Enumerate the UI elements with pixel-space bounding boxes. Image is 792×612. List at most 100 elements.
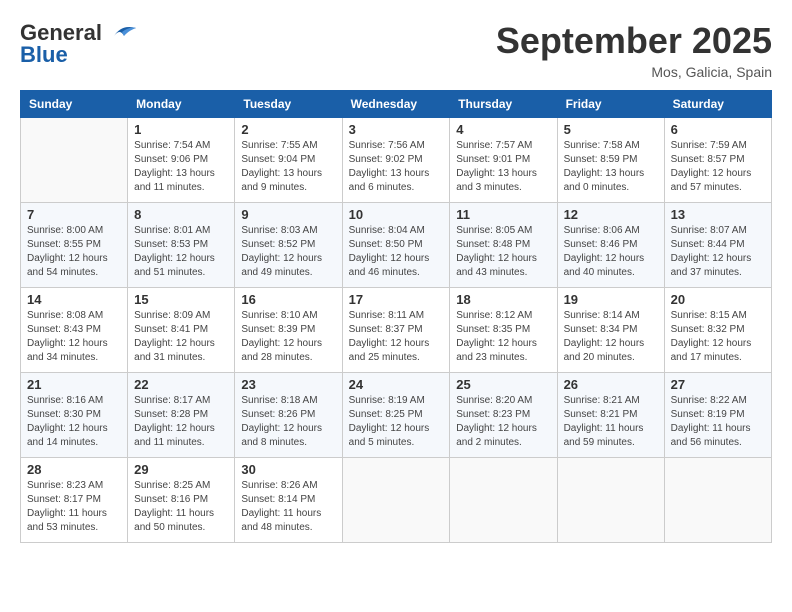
day-number: 30 (241, 462, 335, 477)
day-info: Sunrise: 8:11 AMSunset: 8:37 PMDaylight:… (349, 309, 444, 365)
daylight-text: Daylight: 12 hours and 46 minutes. (349, 253, 430, 278)
daylight-text: Daylight: 12 hours and 14 minutes. (27, 423, 108, 448)
daylight-text: Daylight: 12 hours and 34 minutes. (27, 338, 108, 363)
day-info: Sunrise: 8:03 AMSunset: 8:52 PMDaylight:… (241, 224, 335, 280)
daylight-text: Daylight: 12 hours and 11 minutes. (134, 423, 215, 448)
sunset-text: Sunset: 8:57 PM (671, 154, 745, 165)
day-number: 27 (671, 377, 765, 392)
day-number: 7 (27, 207, 121, 222)
day-info: Sunrise: 8:20 AMSunset: 8:23 PMDaylight:… (456, 394, 550, 450)
day-info: Sunrise: 8:08 AMSunset: 8:43 PMDaylight:… (27, 309, 121, 365)
day-number: 20 (671, 292, 765, 307)
daylight-text: Daylight: 12 hours and 54 minutes. (27, 253, 108, 278)
daylight-text: Daylight: 12 hours and 51 minutes. (134, 253, 215, 278)
calendar-day-cell: 7Sunrise: 8:00 AMSunset: 8:55 PMDaylight… (21, 203, 128, 288)
day-info: Sunrise: 7:57 AMSunset: 9:01 PMDaylight:… (456, 139, 550, 195)
sunrise-text: Sunrise: 8:09 AM (134, 310, 210, 321)
calendar-week-row: 14Sunrise: 8:08 AMSunset: 8:43 PMDayligh… (21, 288, 772, 373)
calendar-week-row: 7Sunrise: 8:00 AMSunset: 8:55 PMDaylight… (21, 203, 772, 288)
calendar-day-cell: 13Sunrise: 8:07 AMSunset: 8:44 PMDayligh… (664, 203, 771, 288)
location-subtitle: Mos, Galicia, Spain (496, 64, 772, 80)
day-info: Sunrise: 8:16 AMSunset: 8:30 PMDaylight:… (27, 394, 121, 450)
page-header: General Blue September 2025 Mos, Galicia… (20, 20, 772, 80)
day-info: Sunrise: 8:01 AMSunset: 8:53 PMDaylight:… (134, 224, 228, 280)
day-info: Sunrise: 8:26 AMSunset: 8:14 PMDaylight:… (241, 479, 335, 535)
calendar-day-cell: 23Sunrise: 8:18 AMSunset: 8:26 PMDayligh… (235, 373, 342, 458)
calendar-day-cell: 6Sunrise: 7:59 AMSunset: 8:57 PMDaylight… (664, 118, 771, 203)
day-info: Sunrise: 8:06 AMSunset: 8:46 PMDaylight:… (564, 224, 658, 280)
day-info: Sunrise: 7:56 AMSunset: 9:02 PMDaylight:… (349, 139, 444, 195)
sunrise-text: Sunrise: 8:04 AM (349, 225, 425, 236)
calendar-week-row: 21 Sunrise: 8:16 AMSunset: 8:30 PMDayligh… (21, 373, 772, 458)
day-info: Sunrise: 8:09 AMSunset: 8:41 PMDaylight:… (134, 309, 228, 365)
calendar-day-cell: 20Sunrise: 8:15 AMSunset: 8:32 PMDayligh… (664, 288, 771, 373)
daylight-text: Daylight: 12 hours and 28 minutes. (241, 338, 322, 363)
daylight-text: Daylight: 13 hours and 6 minutes. (349, 168, 430, 193)
day-info: Sunrise: 8:25 AMSunset: 8:16 PMDaylight:… (134, 479, 228, 535)
daylight-text: Daylight: 12 hours and 17 minutes. (671, 338, 752, 363)
day-info: Sunrise: 8:07 AMSunset: 8:44 PMDaylight:… (671, 224, 765, 280)
sunrise-text: Sunrise: 8:26 AM (241, 480, 317, 491)
day-info: Sunrise: 7:55 AMSunset: 9:04 PMDaylight:… (241, 139, 335, 195)
daylight-text: Daylight: 12 hours and 23 minutes. (456, 338, 537, 363)
day-info: Sunrise: 8:18 AMSunset: 8:26 PMDaylight:… (241, 394, 335, 450)
calendar-day-cell: 17Sunrise: 8:11 AMSunset: 8:37 PMDayligh… (342, 288, 450, 373)
sunset-text: Sunset: 8:17 PM (27, 494, 101, 505)
sunset-text: Sunset: 8:59 PM (564, 154, 638, 165)
day-number: 9 (241, 207, 335, 222)
day-of-week-header: Friday (557, 91, 664, 118)
sunrise-text: Sunrise: 8:00 AM (27, 225, 103, 236)
calendar-header-row: SundayMondayTuesdayWednesdayThursdayFrid… (21, 91, 772, 118)
day-number: 15 (134, 292, 228, 307)
day-number: 10 (349, 207, 444, 222)
daylight-text: Daylight: 12 hours and 43 minutes. (456, 253, 537, 278)
day-info: Sunrise: 8:12 AMSunset: 8:35 PMDaylight:… (456, 309, 550, 365)
daylight-text: Daylight: 12 hours and 49 minutes. (241, 253, 322, 278)
sunset-text: Sunset: 8:46 PM (564, 239, 638, 250)
calendar-day-cell: 2Sunrise: 7:55 AMSunset: 9:04 PMDaylight… (235, 118, 342, 203)
day-number: 11 (456, 207, 550, 222)
daylight-text: Daylight: 13 hours and 11 minutes. (134, 168, 215, 193)
sunset-text: Sunset: 8:21 PM (564, 409, 638, 420)
day-of-week-header: Wednesday (342, 91, 450, 118)
sunset-text: Sunset: 8:26 PM (241, 409, 315, 420)
daylight-text: Daylight: 11 hours and 53 minutes. (27, 508, 107, 533)
sunrise-text: Sunrise: 8:15 AM (671, 310, 747, 321)
day-number: 21 (27, 377, 121, 392)
daylight-text: Daylight: 13 hours and 0 minutes. (564, 168, 645, 193)
daylight-text: Daylight: 13 hours and 3 minutes. (456, 168, 537, 193)
calendar-day-cell: 29Sunrise: 8:25 AMSunset: 8:16 PMDayligh… (128, 458, 235, 543)
day-info: Sunrise: 8:05 AMSunset: 8:48 PMDaylight:… (456, 224, 550, 280)
calendar-day-cell: 19 Sunrise: 8:14 AMSunset: 8:34 PMDayligh… (557, 288, 664, 373)
sunrise-text: Sunrise: 8:20 AM (456, 395, 532, 406)
day-number: 19 (564, 292, 658, 307)
calendar-table: SundayMondayTuesdayWednesdayThursdayFrid… (20, 90, 772, 543)
daylight-text: Daylight: 11 hours and 56 minutes. (671, 423, 751, 448)
calendar-day-cell: 26Sunrise: 8:21 AMSunset: 8:21 PMDayligh… (557, 373, 664, 458)
day-number: 5 (564, 122, 658, 137)
sunrise-text: Sunrise: 7:56 AM (349, 140, 425, 151)
day-info: Sunrise: 8:14 AMSunset: 8:34 PMDaylight:… (564, 309, 658, 365)
sunset-text: Sunset: 8:52 PM (241, 239, 315, 250)
sunset-text: Sunset: 8:39 PM (241, 324, 315, 335)
daylight-text: Daylight: 12 hours and 25 minutes. (349, 338, 430, 363)
calendar-day-cell: 15 Sunrise: 8:09 AMSunset: 8:41 PMDayligh… (128, 288, 235, 373)
sunrise-text: Sunrise: 8:25 AM (134, 480, 210, 491)
day-info: Sunrise: 8:21 AMSunset: 8:21 PMDaylight:… (564, 394, 658, 450)
sunrise-text: Sunrise: 7:59 AM (671, 140, 747, 151)
day-number: 16 (241, 292, 335, 307)
calendar-day-cell: 16 Sunrise: 8:10 AMSunset: 8:39 PMDayligh… (235, 288, 342, 373)
daylight-text: Daylight: 12 hours and 20 minutes. (564, 338, 645, 363)
calendar-day-cell: 8Sunrise: 8:01 AMSunset: 8:53 PMDaylight… (128, 203, 235, 288)
day-info: Sunrise: 8:10 AMSunset: 8:39 PMDaylight:… (241, 309, 335, 365)
sunrise-text: Sunrise: 8:06 AM (564, 225, 640, 236)
calendar-day-cell (342, 458, 450, 543)
day-number: 6 (671, 122, 765, 137)
sunrise-text: Sunrise: 8:21 AM (564, 395, 640, 406)
daylight-text: Daylight: 12 hours and 37 minutes. (671, 253, 752, 278)
day-of-week-header: Sunday (21, 91, 128, 118)
daylight-text: Daylight: 12 hours and 8 minutes. (241, 423, 322, 448)
day-of-week-header: Thursday (450, 91, 557, 118)
calendar-day-cell (557, 458, 664, 543)
calendar-day-cell (450, 458, 557, 543)
